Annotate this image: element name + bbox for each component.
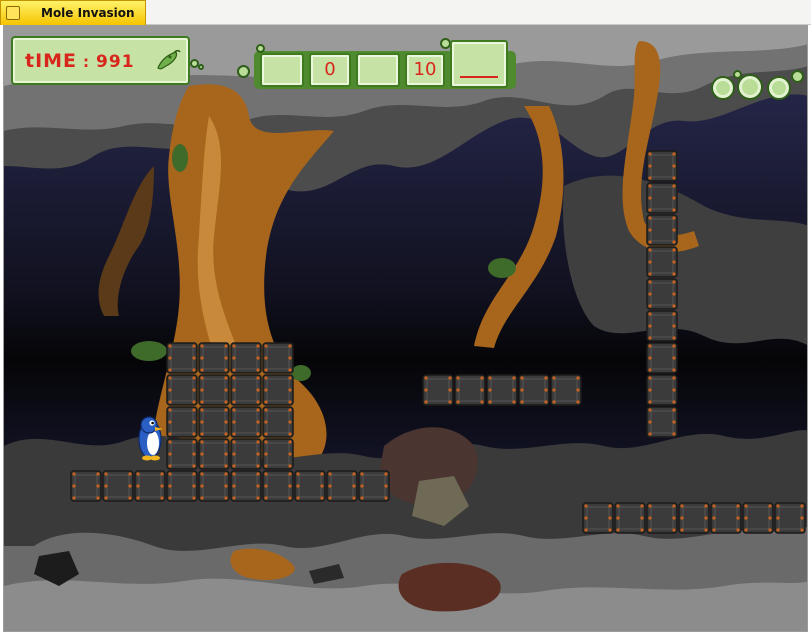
metal-crate xyxy=(230,406,262,438)
metal-crate xyxy=(486,374,518,406)
metal-crate xyxy=(230,374,262,406)
game-viewport[interactable]: tIME:991 0 10 xyxy=(3,25,808,632)
metal-crate xyxy=(198,438,230,470)
metal-crate xyxy=(646,278,678,310)
metal-crate xyxy=(198,470,230,502)
metal-crate xyxy=(646,342,678,374)
leaf xyxy=(488,258,516,278)
metal-crate xyxy=(646,406,678,438)
metal-crate xyxy=(358,470,390,502)
bubble-button-icon[interactable] xyxy=(767,76,791,100)
time-value: 991 xyxy=(96,52,135,72)
metal-crate xyxy=(646,246,678,278)
hud-bubble xyxy=(198,64,204,70)
metal-crate xyxy=(646,150,678,182)
metal-crate xyxy=(710,502,742,534)
inventory-slot xyxy=(356,53,400,87)
metal-crate xyxy=(454,374,486,406)
time-label: tIME xyxy=(25,50,78,72)
metal-crate xyxy=(262,342,294,374)
metal-crate xyxy=(742,502,774,534)
metal-crate xyxy=(326,470,358,502)
metal-crate xyxy=(614,502,646,534)
hud-bubble xyxy=(733,70,742,79)
hud-bubble xyxy=(237,65,250,78)
time-panel: tIME:991 xyxy=(11,36,190,85)
metal-crate xyxy=(166,406,198,438)
metal-crate xyxy=(262,374,294,406)
metal-crate xyxy=(646,374,678,406)
metal-crate xyxy=(550,374,582,406)
menu-bubble-buttons[interactable] xyxy=(711,70,807,106)
hud-bubble xyxy=(791,70,804,83)
bubble-button-icon[interactable] xyxy=(737,74,763,100)
metal-crate xyxy=(294,470,326,502)
bubble-button-icon[interactable] xyxy=(711,76,735,100)
chili-pepper-icon xyxy=(157,49,181,70)
metal-crate xyxy=(774,502,806,534)
metal-crate xyxy=(198,342,230,374)
metal-crate xyxy=(262,406,294,438)
metal-crate xyxy=(678,502,710,534)
metal-crate xyxy=(646,214,678,246)
cave-scene xyxy=(4,26,807,631)
metal-crate xyxy=(166,438,198,470)
metal-crate xyxy=(70,470,102,502)
metal-crate xyxy=(198,374,230,406)
inventory-slot xyxy=(260,53,304,87)
metal-crate xyxy=(230,470,262,502)
metal-crate xyxy=(166,342,198,374)
time-readout: tIME:991 xyxy=(25,50,135,72)
metal-crate xyxy=(646,502,678,534)
metal-crate xyxy=(646,310,678,342)
metal-crate xyxy=(518,374,550,406)
metal-crate xyxy=(166,470,198,502)
inventory-slot xyxy=(450,40,508,88)
metal-crate xyxy=(198,406,230,438)
metal-crate xyxy=(646,182,678,214)
leaf xyxy=(291,365,311,381)
metal-crate xyxy=(262,438,294,470)
window-title: Mole Invasion xyxy=(41,6,135,20)
inventory-slot: 0 xyxy=(309,53,351,87)
metal-crate xyxy=(230,342,262,374)
slot-underline xyxy=(460,76,498,78)
metal-crate xyxy=(102,470,134,502)
leaf xyxy=(131,341,167,361)
window-tab[interactable]: Mole Invasion xyxy=(0,0,146,25)
window-titlebar: Mole Invasion xyxy=(0,0,811,25)
metal-crate xyxy=(230,438,262,470)
metal-crate xyxy=(422,374,454,406)
metal-crate xyxy=(262,470,294,502)
window-icon xyxy=(6,6,20,20)
hud-bubble xyxy=(256,44,265,53)
leaf xyxy=(172,144,188,172)
metal-crate xyxy=(134,470,166,502)
metal-crate xyxy=(582,502,614,534)
metal-crate xyxy=(166,374,198,406)
time-separator: : xyxy=(83,53,91,71)
inventory-slot: 10 xyxy=(405,53,445,87)
